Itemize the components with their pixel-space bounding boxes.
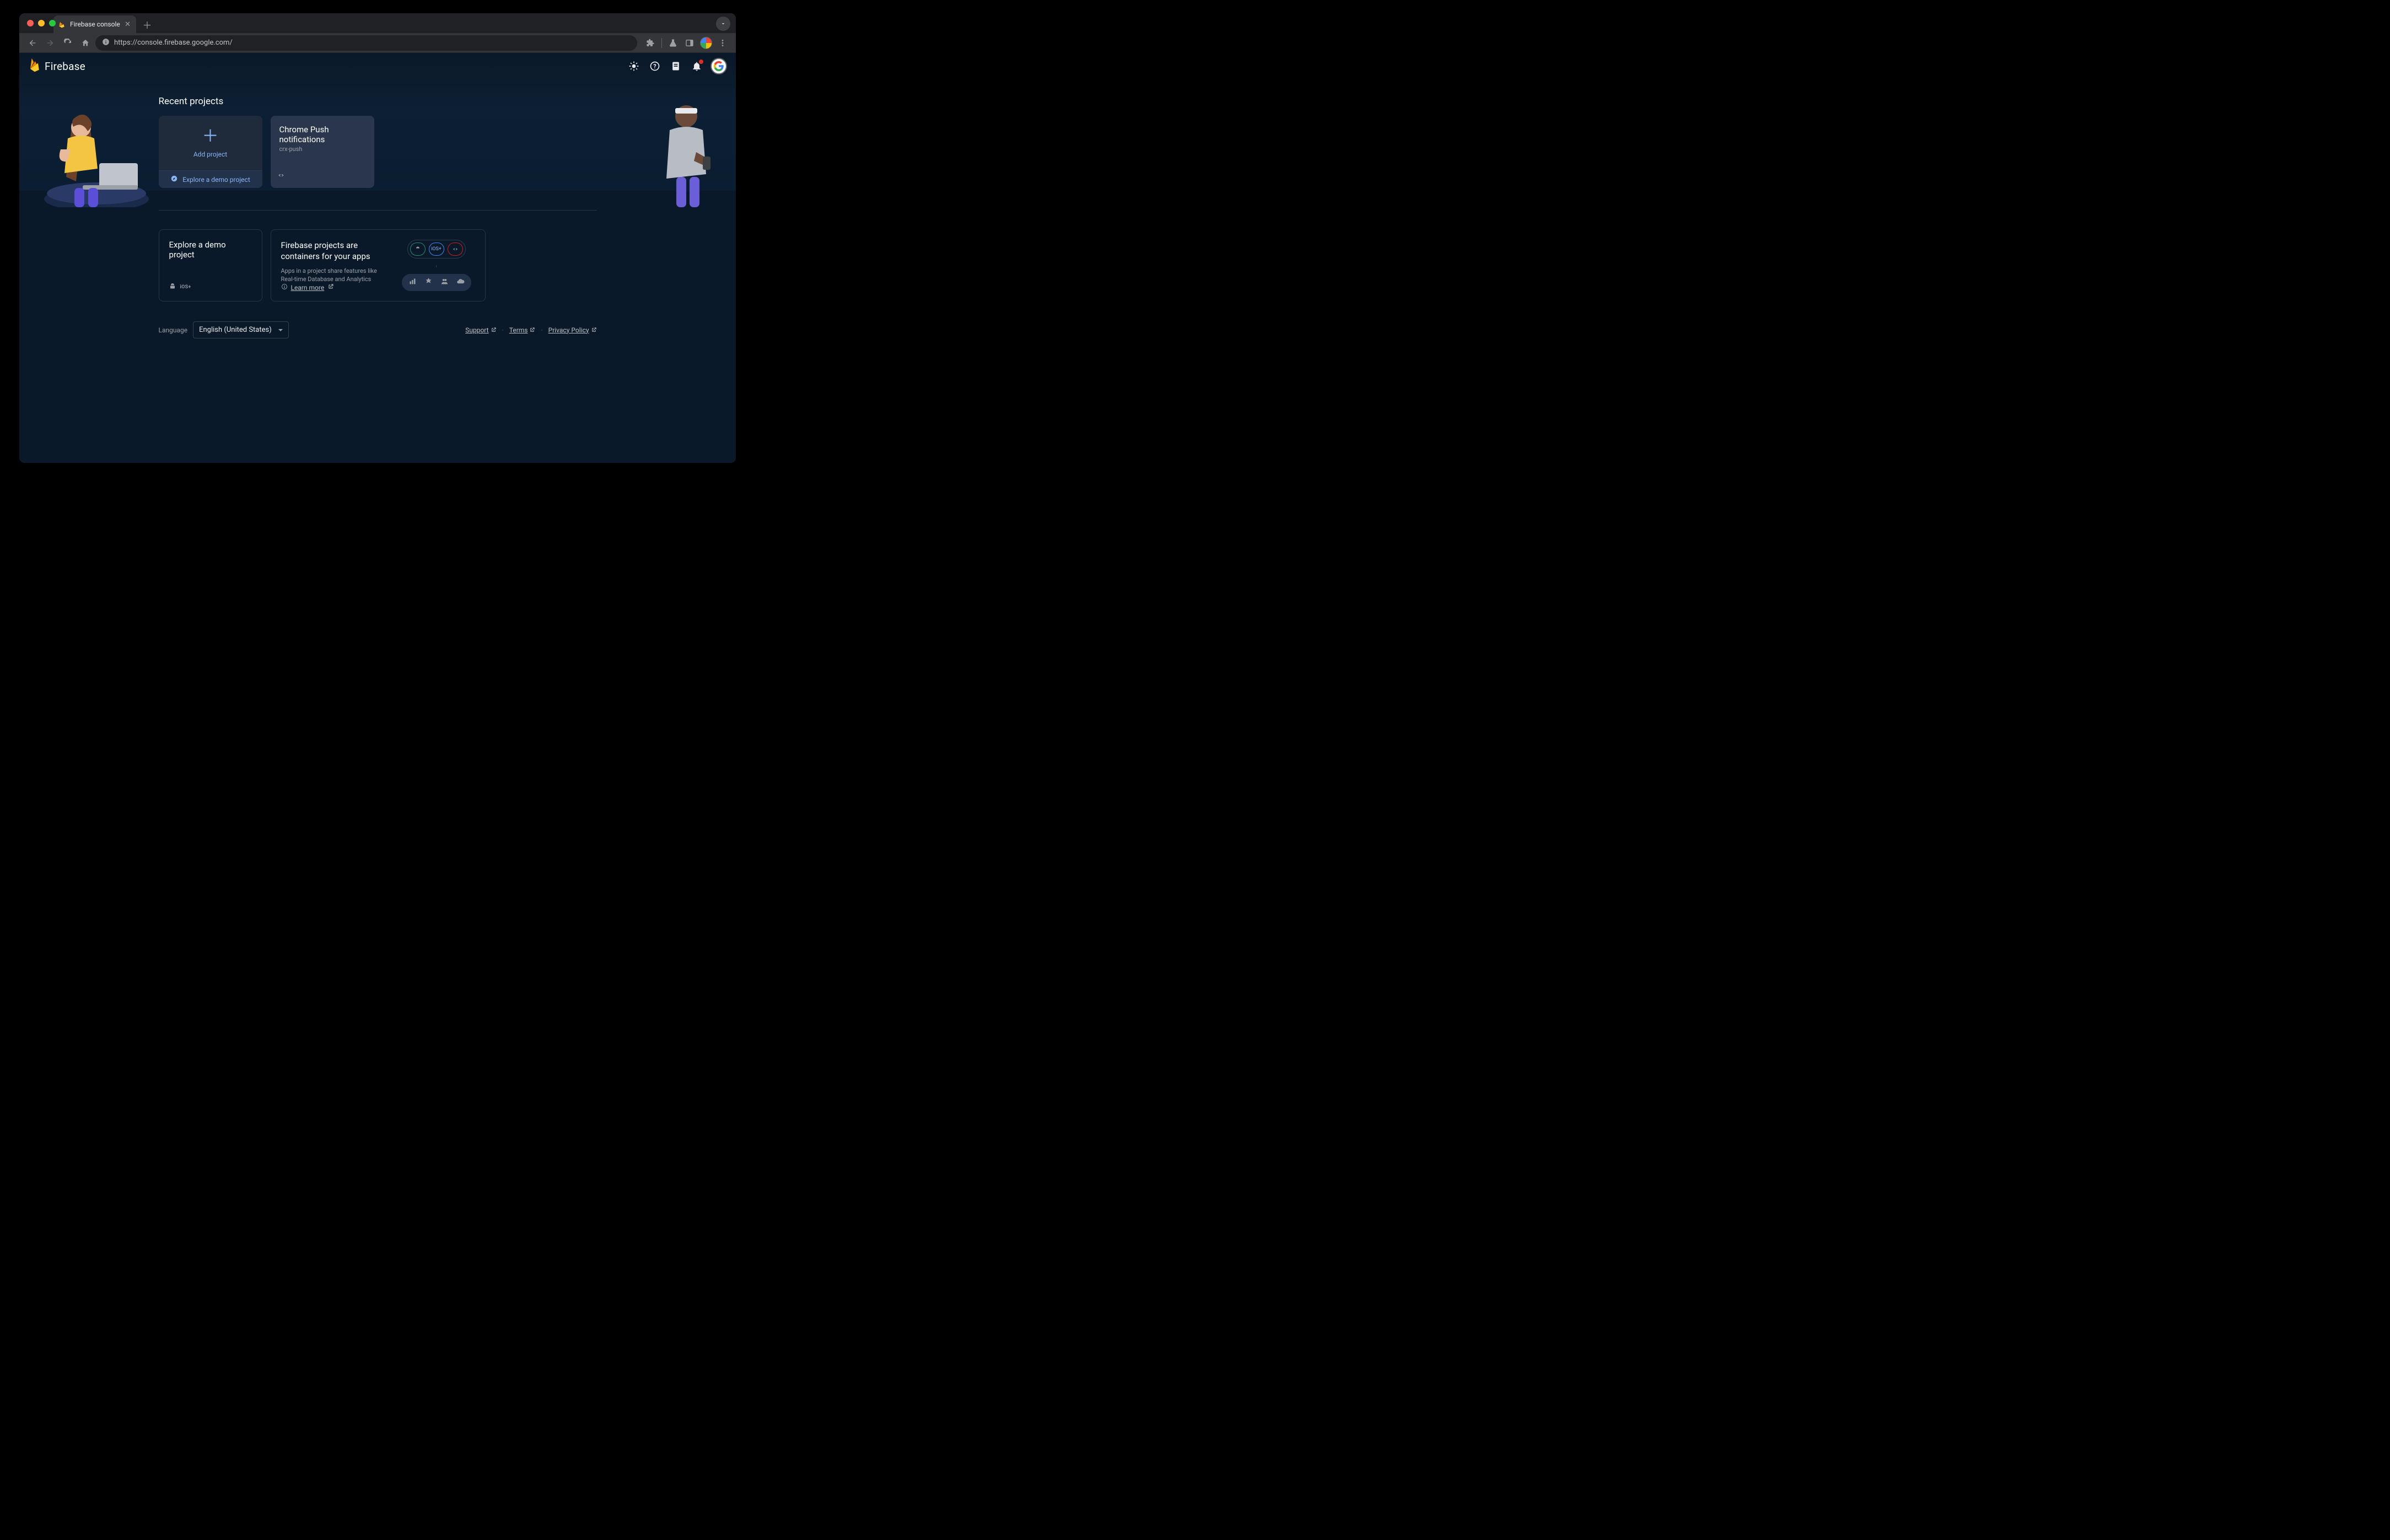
separator: · [502, 326, 504, 334]
section-divider [159, 210, 597, 211]
android-pill-icon [410, 243, 426, 256]
explore-demo-text: Explore a demo project [182, 176, 250, 184]
docs-icon[interactable] [669, 59, 683, 73]
project-name: Chrome Push notifications [279, 125, 365, 144]
support-link[interactable]: Support [465, 326, 496, 334]
firebase-header: Firebase ? [19, 53, 736, 79]
close-window-button[interactable] [27, 20, 34, 26]
containers-info-card: Firebase projects are containers for you… [271, 229, 486, 301]
feature-icons-row [402, 274, 471, 291]
external-link-icon [529, 327, 535, 333]
language-value: English (United States) [199, 326, 272, 334]
crashlytics-icon [424, 277, 433, 288]
maximize-window-button[interactable] [49, 20, 56, 26]
window-controls [27, 20, 56, 26]
main-content: Recent projects ＋ Add project Explore a … [159, 79, 597, 463]
project-platform-icons [277, 171, 285, 181]
ios-pill: iOS+ [429, 243, 444, 256]
page-footer: Language English (United States) Support… [159, 321, 597, 338]
illustration-developer-right [648, 97, 725, 207]
tab-title: Firebase console [70, 20, 120, 28]
browser-toolbar: https://console.firebase.google.com/ [19, 33, 736, 53]
project-cards-row: ＋ Add project Explore a demo project Chr… [159, 116, 597, 188]
close-tab-icon[interactable]: ✕ [125, 20, 131, 29]
firebase-favicon-icon [58, 20, 66, 28]
learn-more-link[interactable]: Learn more [281, 283, 391, 292]
add-project-card[interactable]: ＋ Add project Explore a demo project [159, 116, 262, 188]
cloud-icon [456, 277, 465, 288]
web-pill-icon [448, 243, 463, 256]
external-link-icon [327, 283, 334, 292]
notifications-icon[interactable] [690, 59, 704, 73]
language-label: Language [159, 326, 188, 334]
side-panel-icon[interactable] [682, 35, 697, 51]
browser-window: Firebase console ✕ ＋ https://console.fir… [19, 13, 736, 463]
containers-title: Firebase projects are containers for you… [281, 240, 391, 262]
platforms-diagram: iOS+ [398, 240, 475, 291]
external-link-icon [491, 327, 497, 333]
language-select[interactable]: English (United States) [193, 321, 289, 338]
auth-icon [440, 277, 449, 288]
page-content: Firebase ? [19, 53, 736, 463]
tabs-dropdown-button[interactable] [716, 17, 730, 31]
explore-demo-link[interactable]: Explore a demo project [159, 170, 262, 188]
new-tab-button[interactable]: ＋ [139, 17, 155, 32]
profile-button[interactable] [698, 35, 714, 51]
url-text: https://console.firebase.google.com/ [114, 39, 631, 47]
external-link-icon [591, 327, 597, 333]
minimize-window-button[interactable] [38, 20, 45, 26]
forward-button[interactable] [42, 35, 58, 51]
demo-card-title: Explore a demo project [169, 240, 252, 260]
web-platform-icon [277, 171, 285, 181]
toolbar-separator [661, 38, 662, 48]
android-icon [169, 283, 176, 291]
toolbar-right [639, 35, 730, 51]
analytics-icon [408, 277, 417, 288]
separator: · [541, 326, 542, 334]
site-info-icon[interactable] [102, 38, 110, 48]
reload-button[interactable] [60, 35, 76, 51]
firebase-logo-icon [28, 57, 40, 75]
svg-text:?: ? [653, 63, 656, 70]
terms-link[interactable]: Terms [509, 326, 536, 334]
account-avatar[interactable] [710, 58, 727, 74]
chrome-menu-icon[interactable] [715, 35, 730, 51]
header-actions: ? [627, 58, 727, 74]
add-project-top: ＋ Add project [159, 116, 262, 170]
platform-pills: iOS+ [407, 240, 466, 259]
learn-more-text: Learn more [291, 284, 325, 292]
demo-card-platforms: iOS+ [169, 283, 252, 291]
notification-badge [699, 60, 703, 64]
project-card[interactable]: Chrome Push notifications crx-push [271, 116, 374, 188]
help-icon[interactable]: ? [648, 59, 662, 73]
containers-description: Apps in a project share features like Re… [281, 267, 391, 284]
back-button[interactable] [25, 35, 40, 51]
ios-label: iOS+ [180, 284, 191, 290]
home-button[interactable] [78, 35, 93, 51]
info-cards-row: Explore a demo project iOS+ Firebase pro… [159, 229, 597, 301]
extensions-icon[interactable] [643, 35, 658, 51]
illustration-developer-left [30, 97, 152, 207]
add-project-label: Add project [193, 150, 227, 158]
recent-projects-title: Recent projects [159, 96, 597, 107]
compass-icon [170, 175, 178, 184]
browser-tab[interactable]: Firebase console ✕ [53, 15, 136, 33]
firebase-logo[interactable]: Firebase [28, 57, 85, 75]
plus-icon: ＋ [202, 128, 219, 145]
diagram-connector [436, 265, 437, 267]
explore-demo-card[interactable]: Explore a demo project iOS+ [159, 229, 262, 301]
labs-icon[interactable] [665, 35, 681, 51]
info-icon [281, 283, 288, 292]
privacy-link[interactable]: Privacy Policy [548, 326, 597, 334]
footer-links: Support · Terms · Privacy Policy [465, 326, 596, 334]
tab-bar: Firebase console ✕ ＋ [19, 13, 736, 33]
theme-toggle-icon[interactable] [627, 59, 641, 73]
project-id: crx-push [279, 146, 365, 153]
brand-name: Firebase [45, 60, 85, 73]
address-bar[interactable]: https://console.firebase.google.com/ [95, 35, 637, 51]
